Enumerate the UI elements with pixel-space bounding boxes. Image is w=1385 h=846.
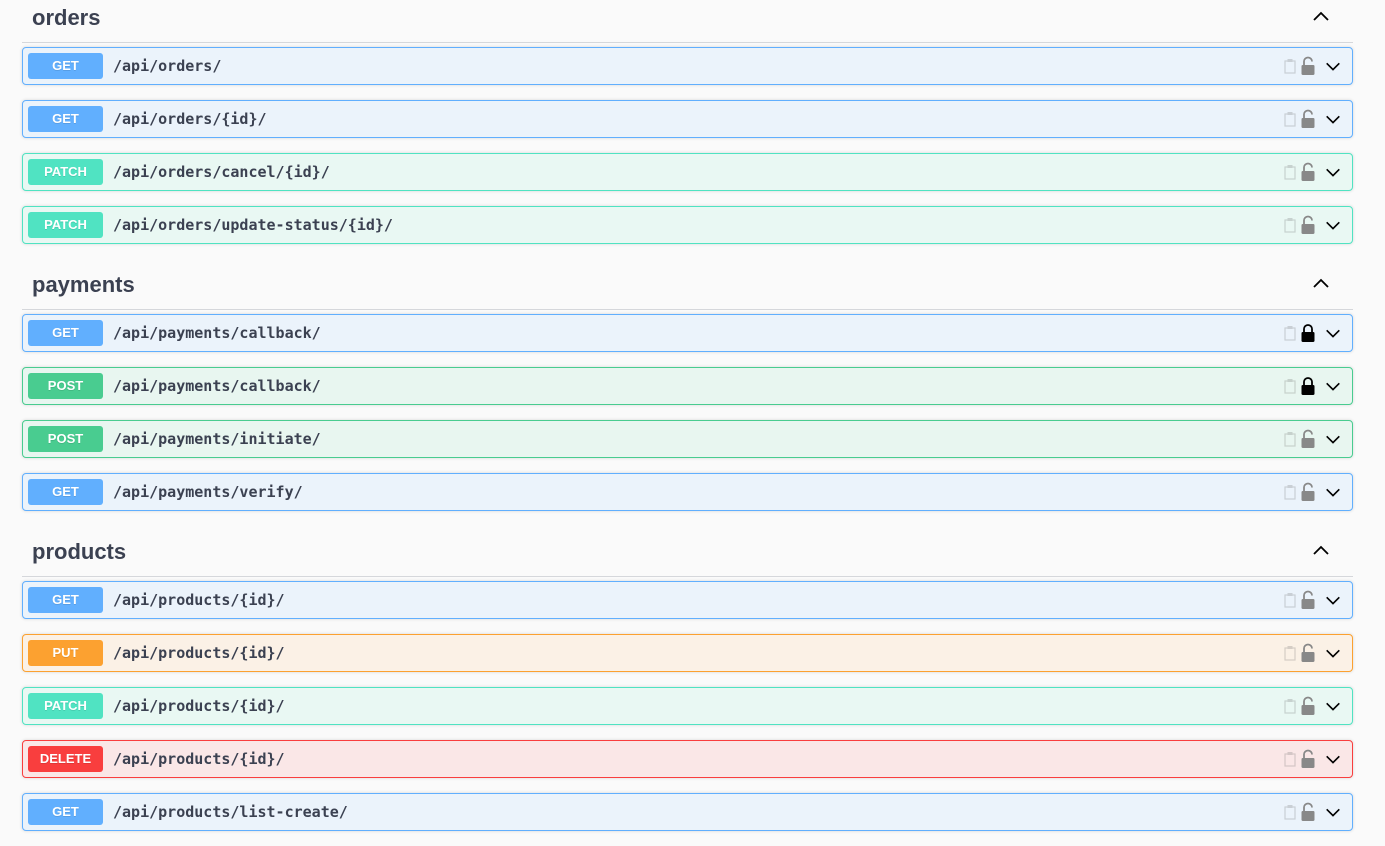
endpoint-path: /api/products/{id}/ [113, 644, 285, 662]
copy-icon[interactable] [1284, 58, 1296, 74]
endpoint-path: /api/products/list-create/ [113, 803, 348, 821]
chevron-down-icon[interactable] [1324, 110, 1342, 128]
endpoint-path: /api/orders/cancel/{id}/ [113, 163, 330, 181]
method-badge: PATCH [28, 159, 103, 185]
method-badge: POST [28, 426, 103, 452]
endpoint-path: /api/payments/callback/ [113, 324, 321, 342]
endpoint-row[interactable]: PUT/api/products/{id}/ [22, 634, 1353, 672]
copy-icon[interactable] [1284, 111, 1296, 127]
copy-icon[interactable] [1284, 378, 1296, 394]
section-title: payments [32, 272, 135, 297]
chevron-down-icon[interactable] [1324, 377, 1342, 395]
lock-closed-icon[interactable] [1300, 376, 1316, 396]
chevron-down-icon[interactable] [1324, 591, 1342, 609]
lock-open-icon[interactable] [1300, 56, 1316, 76]
endpoint-path: /api/orders/update-status/{id}/ [113, 216, 393, 234]
copy-icon[interactable] [1284, 698, 1296, 714]
method-badge: POST [28, 373, 103, 399]
endpoint-path: /api/products/{id}/ [113, 591, 285, 609]
method-badge: GET [28, 587, 103, 613]
method-badge: PUT [28, 640, 103, 666]
chevron-up-icon[interactable] [1311, 274, 1331, 294]
endpoint-path: /api/products/{id}/ [113, 750, 285, 768]
copy-icon[interactable] [1284, 751, 1296, 767]
lock-open-icon[interactable] [1300, 696, 1316, 716]
endpoint-row[interactable]: POST/api/payments/callback/ [22, 367, 1353, 405]
lock-open-icon[interactable] [1300, 215, 1316, 235]
copy-icon[interactable] [1284, 164, 1296, 180]
endpoint-path: /api/orders/{id}/ [113, 110, 267, 128]
endpoint-row[interactable]: POST/api/payments/initiate/ [22, 420, 1353, 458]
method-badge: GET [28, 479, 103, 505]
chevron-down-icon[interactable] [1324, 163, 1342, 181]
chevron-up-icon[interactable] [1311, 541, 1331, 561]
lock-open-icon[interactable] [1300, 162, 1316, 182]
method-badge: GET [28, 53, 103, 79]
chevron-down-icon[interactable] [1324, 644, 1342, 662]
method-badge: GET [28, 106, 103, 132]
endpoint-path: /api/orders/ [113, 57, 222, 75]
section-header-payments[interactable]: payments [22, 267, 1353, 310]
section-header-products[interactable]: products [22, 534, 1353, 577]
chevron-down-icon[interactable] [1324, 324, 1342, 342]
copy-icon[interactable] [1284, 804, 1296, 820]
section-title: orders [32, 5, 101, 30]
lock-open-icon[interactable] [1300, 643, 1316, 663]
endpoint-row[interactable]: PATCH/api/products/{id}/ [22, 687, 1353, 725]
chevron-down-icon[interactable] [1324, 697, 1342, 715]
chevron-down-icon[interactable] [1324, 750, 1342, 768]
method-badge: GET [28, 320, 103, 346]
copy-icon[interactable] [1284, 431, 1296, 447]
endpoint-row[interactable]: PATCH/api/orders/update-status/{id}/ [22, 206, 1353, 244]
lock-open-icon[interactable] [1300, 802, 1316, 822]
endpoint-row[interactable]: GET/api/orders/{id}/ [22, 100, 1353, 138]
endpoint-row[interactable]: DELETE/api/products/{id}/ [22, 740, 1353, 778]
endpoint-row[interactable]: GET/api/products/{id}/ [22, 581, 1353, 619]
chevron-down-icon[interactable] [1324, 430, 1342, 448]
method-badge: PATCH [28, 212, 103, 238]
lock-open-icon[interactable] [1300, 109, 1316, 129]
section-header-orders[interactable]: orders [22, 0, 1353, 43]
lock-open-icon[interactable] [1300, 590, 1316, 610]
copy-icon[interactable] [1284, 645, 1296, 661]
chevron-up-icon[interactable] [1311, 7, 1331, 27]
endpoint-path: /api/payments/callback/ [113, 377, 321, 395]
endpoint-row[interactable]: GET/api/payments/verify/ [22, 473, 1353, 511]
method-badge: GET [28, 799, 103, 825]
endpoint-row[interactable]: GET/api/payments/callback/ [22, 314, 1353, 352]
lock-open-icon[interactable] [1300, 482, 1316, 502]
chevron-down-icon[interactable] [1324, 483, 1342, 501]
chevron-down-icon[interactable] [1324, 57, 1342, 75]
chevron-down-icon[interactable] [1324, 216, 1342, 234]
method-badge: PATCH [28, 693, 103, 719]
copy-icon[interactable] [1284, 325, 1296, 341]
lock-open-icon[interactable] [1300, 429, 1316, 449]
chevron-down-icon[interactable] [1324, 803, 1342, 821]
endpoint-path: /api/payments/verify/ [113, 483, 303, 501]
endpoint-row[interactable]: PATCH/api/orders/cancel/{id}/ [22, 153, 1353, 191]
endpoint-path: /api/products/{id}/ [113, 697, 285, 715]
lock-open-icon[interactable] [1300, 749, 1316, 769]
copy-icon[interactable] [1284, 217, 1296, 233]
method-badge: DELETE [28, 746, 103, 772]
lock-closed-icon[interactable] [1300, 323, 1316, 343]
section-title: products [32, 539, 127, 564]
api-docs: orders GET/api/orders/GET/api/orders/{id}… [22, 0, 1353, 846]
endpoint-row[interactable]: GET/api/products/list-create/ [22, 793, 1353, 831]
copy-icon[interactable] [1284, 484, 1296, 500]
endpoint-row[interactable]: GET/api/orders/ [22, 47, 1353, 85]
copy-icon[interactable] [1284, 592, 1296, 608]
endpoint-path: /api/payments/initiate/ [113, 430, 321, 448]
